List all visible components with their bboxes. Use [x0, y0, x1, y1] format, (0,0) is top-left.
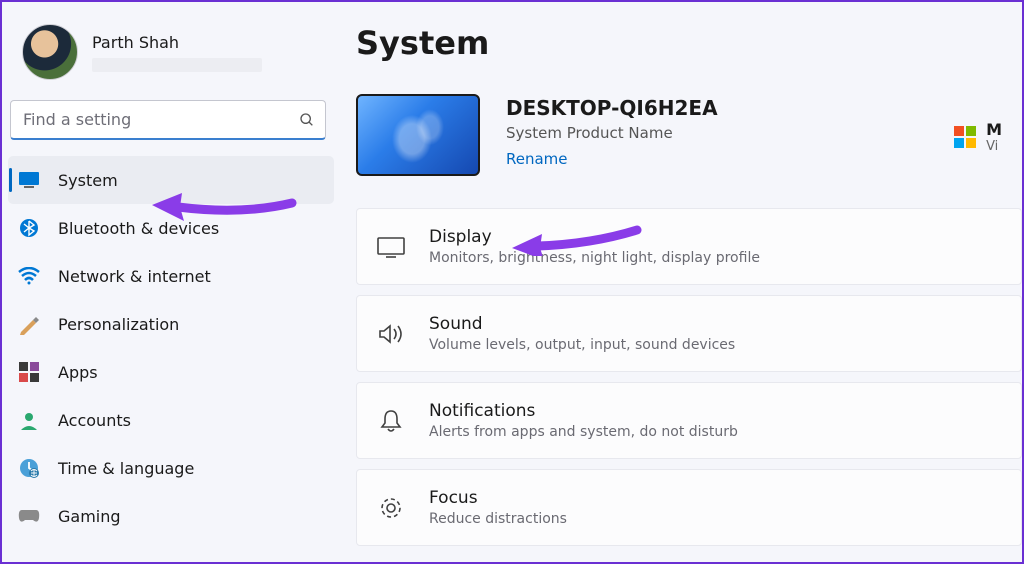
sidebar-item-label: System	[58, 171, 118, 190]
focus-icon	[377, 494, 405, 522]
notifications-icon	[377, 407, 405, 435]
sidebar-nav: System Bluetooth & devices Network & int…	[8, 156, 334, 540]
microsoft-365-tile[interactable]: M Vi	[954, 120, 1002, 154]
wifi-icon	[18, 265, 40, 287]
card-sound[interactable]: Sound Volume levels, output, input, soun…	[356, 295, 1022, 372]
sidebar-item-label: Gaming	[58, 507, 121, 526]
bluetooth-icon	[18, 217, 40, 239]
user-name: Parth Shah	[92, 33, 262, 52]
settings-cards: Display Monitors, brightness, night ligh…	[356, 208, 1022, 546]
rename-link[interactable]: Rename	[506, 150, 568, 168]
system-icon	[18, 169, 40, 191]
card-focus[interactable]: Focus Reduce distractions	[356, 469, 1022, 546]
search-input[interactable]	[23, 110, 299, 129]
device-product-name: System Product Name	[506, 124, 718, 142]
sidebar-item-label: Bluetooth & devices	[58, 219, 219, 238]
device-thumbnail	[356, 94, 480, 176]
ms-tile-title: M	[986, 120, 1002, 139]
sidebar-item-gaming[interactable]: Gaming	[8, 492, 334, 540]
sidebar-item-network[interactable]: Network & internet	[8, 252, 334, 300]
sound-icon	[377, 320, 405, 348]
card-desc: Alerts from apps and system, do not dist…	[429, 424, 738, 440]
card-desc: Reduce distractions	[429, 511, 567, 527]
sidebar-item-label: Time & language	[58, 459, 194, 478]
card-notifications[interactable]: Notifications Alerts from apps and syste…	[356, 382, 1022, 459]
display-icon	[377, 233, 405, 261]
search-icon	[299, 112, 315, 128]
main-content: System DESKTOP-QI6H2EA System Product Na…	[340, 2, 1022, 562]
device-name: DESKTOP-QI6H2EA	[506, 96, 718, 120]
accounts-icon	[18, 409, 40, 431]
sidebar-item-label: Apps	[58, 363, 98, 382]
sidebar-item-personalization[interactable]: Personalization	[8, 300, 334, 348]
device-info-row: DESKTOP-QI6H2EA System Product Name Rena…	[356, 94, 1022, 176]
sidebar-item-label: Personalization	[58, 315, 179, 334]
time-icon	[18, 457, 40, 479]
sidebar-item-system[interactable]: System	[8, 156, 334, 204]
ms-tile-sub: Vi	[986, 139, 1002, 154]
card-display[interactable]: Display Monitors, brightness, night ligh…	[356, 208, 1022, 285]
sidebar-item-label: Network & internet	[58, 267, 211, 286]
sidebar: Parth Shah System Bluetooth & devices Ne…	[2, 2, 340, 562]
search-input-wrap[interactable]	[10, 100, 326, 140]
card-title: Sound	[429, 314, 735, 334]
sidebar-item-bluetooth[interactable]: Bluetooth & devices	[8, 204, 334, 252]
apps-icon	[18, 361, 40, 383]
card-title: Notifications	[429, 401, 738, 421]
sidebar-item-apps[interactable]: Apps	[8, 348, 334, 396]
avatar	[22, 24, 78, 80]
personalization-icon	[18, 313, 40, 335]
microsoft-logo-icon	[954, 126, 976, 148]
card-desc: Monitors, brightness, night light, displ…	[429, 250, 760, 266]
gaming-icon	[18, 505, 40, 527]
card-title: Display	[429, 227, 760, 247]
page-title: System	[356, 24, 1022, 62]
card-desc: Volume levels, output, input, sound devi…	[429, 337, 735, 353]
sidebar-item-accounts[interactable]: Accounts	[8, 396, 334, 444]
sidebar-item-label: Accounts	[58, 411, 131, 430]
card-title: Focus	[429, 488, 567, 508]
sidebar-item-time-language[interactable]: Time & language	[8, 444, 334, 492]
user-email-placeholder	[92, 58, 262, 72]
profile-block[interactable]: Parth Shah	[8, 18, 334, 100]
